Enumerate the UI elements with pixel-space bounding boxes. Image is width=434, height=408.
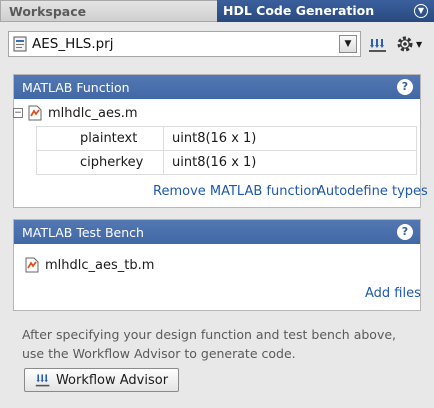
- collapse-icon[interactable]: −: [13, 108, 23, 118]
- input-name: cipherkey: [36, 150, 164, 175]
- workflow-advisor-label: Workflow Advisor: [55, 372, 169, 388]
- project-selector[interactable]: AES_HLS.prj ▼: [8, 31, 361, 57]
- dropdown-arrow-icon[interactable]: ▼: [339, 35, 357, 53]
- chevron-down-circle-icon[interactable]: ▼: [414, 4, 428, 18]
- instruction-text: After specifying your design function an…: [22, 327, 396, 361]
- gear-dropdown-icon: ▼: [416, 39, 423, 49]
- tab-bar: Workspace HDL Code Generation ▼: [0, 0, 434, 22]
- matlab-file-icon: [28, 105, 42, 121]
- matlab-test-bench-header: MATLAB Test Bench ?: [14, 220, 420, 244]
- settings-button[interactable]: ▼: [395, 34, 425, 54]
- input-type[interactable]: uint8(16 x 1): [163, 150, 417, 175]
- project-file-icon: [13, 36, 27, 52]
- function-file-name: mlhdlc_aes.m: [48, 105, 138, 121]
- matlab-function-title: MATLAB Function: [22, 79, 130, 95]
- function-file-row[interactable]: − mlhdlc_aes.m: [13, 105, 138, 121]
- add-files-link[interactable]: Add files: [365, 286, 421, 301]
- tab-hdl-label: HDL Code Generation: [223, 3, 375, 18]
- remove-matlab-function-link[interactable]: Remove MATLAB function: [153, 184, 320, 199]
- table-row[interactable]: plaintext uint8(16 x 1): [36, 126, 417, 151]
- tab-workspace[interactable]: Workspace: [0, 0, 217, 22]
- help-icon[interactable]: ?: [397, 79, 413, 95]
- workflow-advisor-icon[interactable]: [368, 34, 388, 54]
- matlab-test-bench-title: MATLAB Test Bench: [22, 224, 144, 240]
- tab-hdl-code-generation[interactable]: HDL Code Generation ▼: [217, 0, 434, 22]
- test-bench-file-name: mlhdlc_aes_tb.m: [45, 257, 155, 273]
- matlab-function-header: MATLAB Function ?: [14, 75, 420, 99]
- input-type[interactable]: uint8(16 x 1): [163, 126, 417, 151]
- autodefine-types-link[interactable]: Autodefine types: [317, 184, 428, 199]
- project-name: AES_HLS.prj: [32, 36, 114, 52]
- test-bench-file-row[interactable]: mlhdlc_aes_tb.m: [24, 257, 154, 273]
- workflow-advisor-icon: [35, 374, 50, 387]
- workflow-advisor-button[interactable]: Workflow Advisor: [24, 368, 179, 392]
- help-icon[interactable]: ?: [397, 224, 413, 240]
- input-types-table: plaintext uint8(16 x 1) cipherkey uint8(…: [36, 126, 417, 175]
- project-row: AES_HLS.prj ▼ ▼: [8, 31, 424, 57]
- table-row[interactable]: cipherkey uint8(16 x 1): [36, 150, 417, 175]
- input-name: plaintext: [36, 126, 164, 151]
- gear-icon: [397, 36, 413, 52]
- matlab-file-icon: [25, 257, 39, 273]
